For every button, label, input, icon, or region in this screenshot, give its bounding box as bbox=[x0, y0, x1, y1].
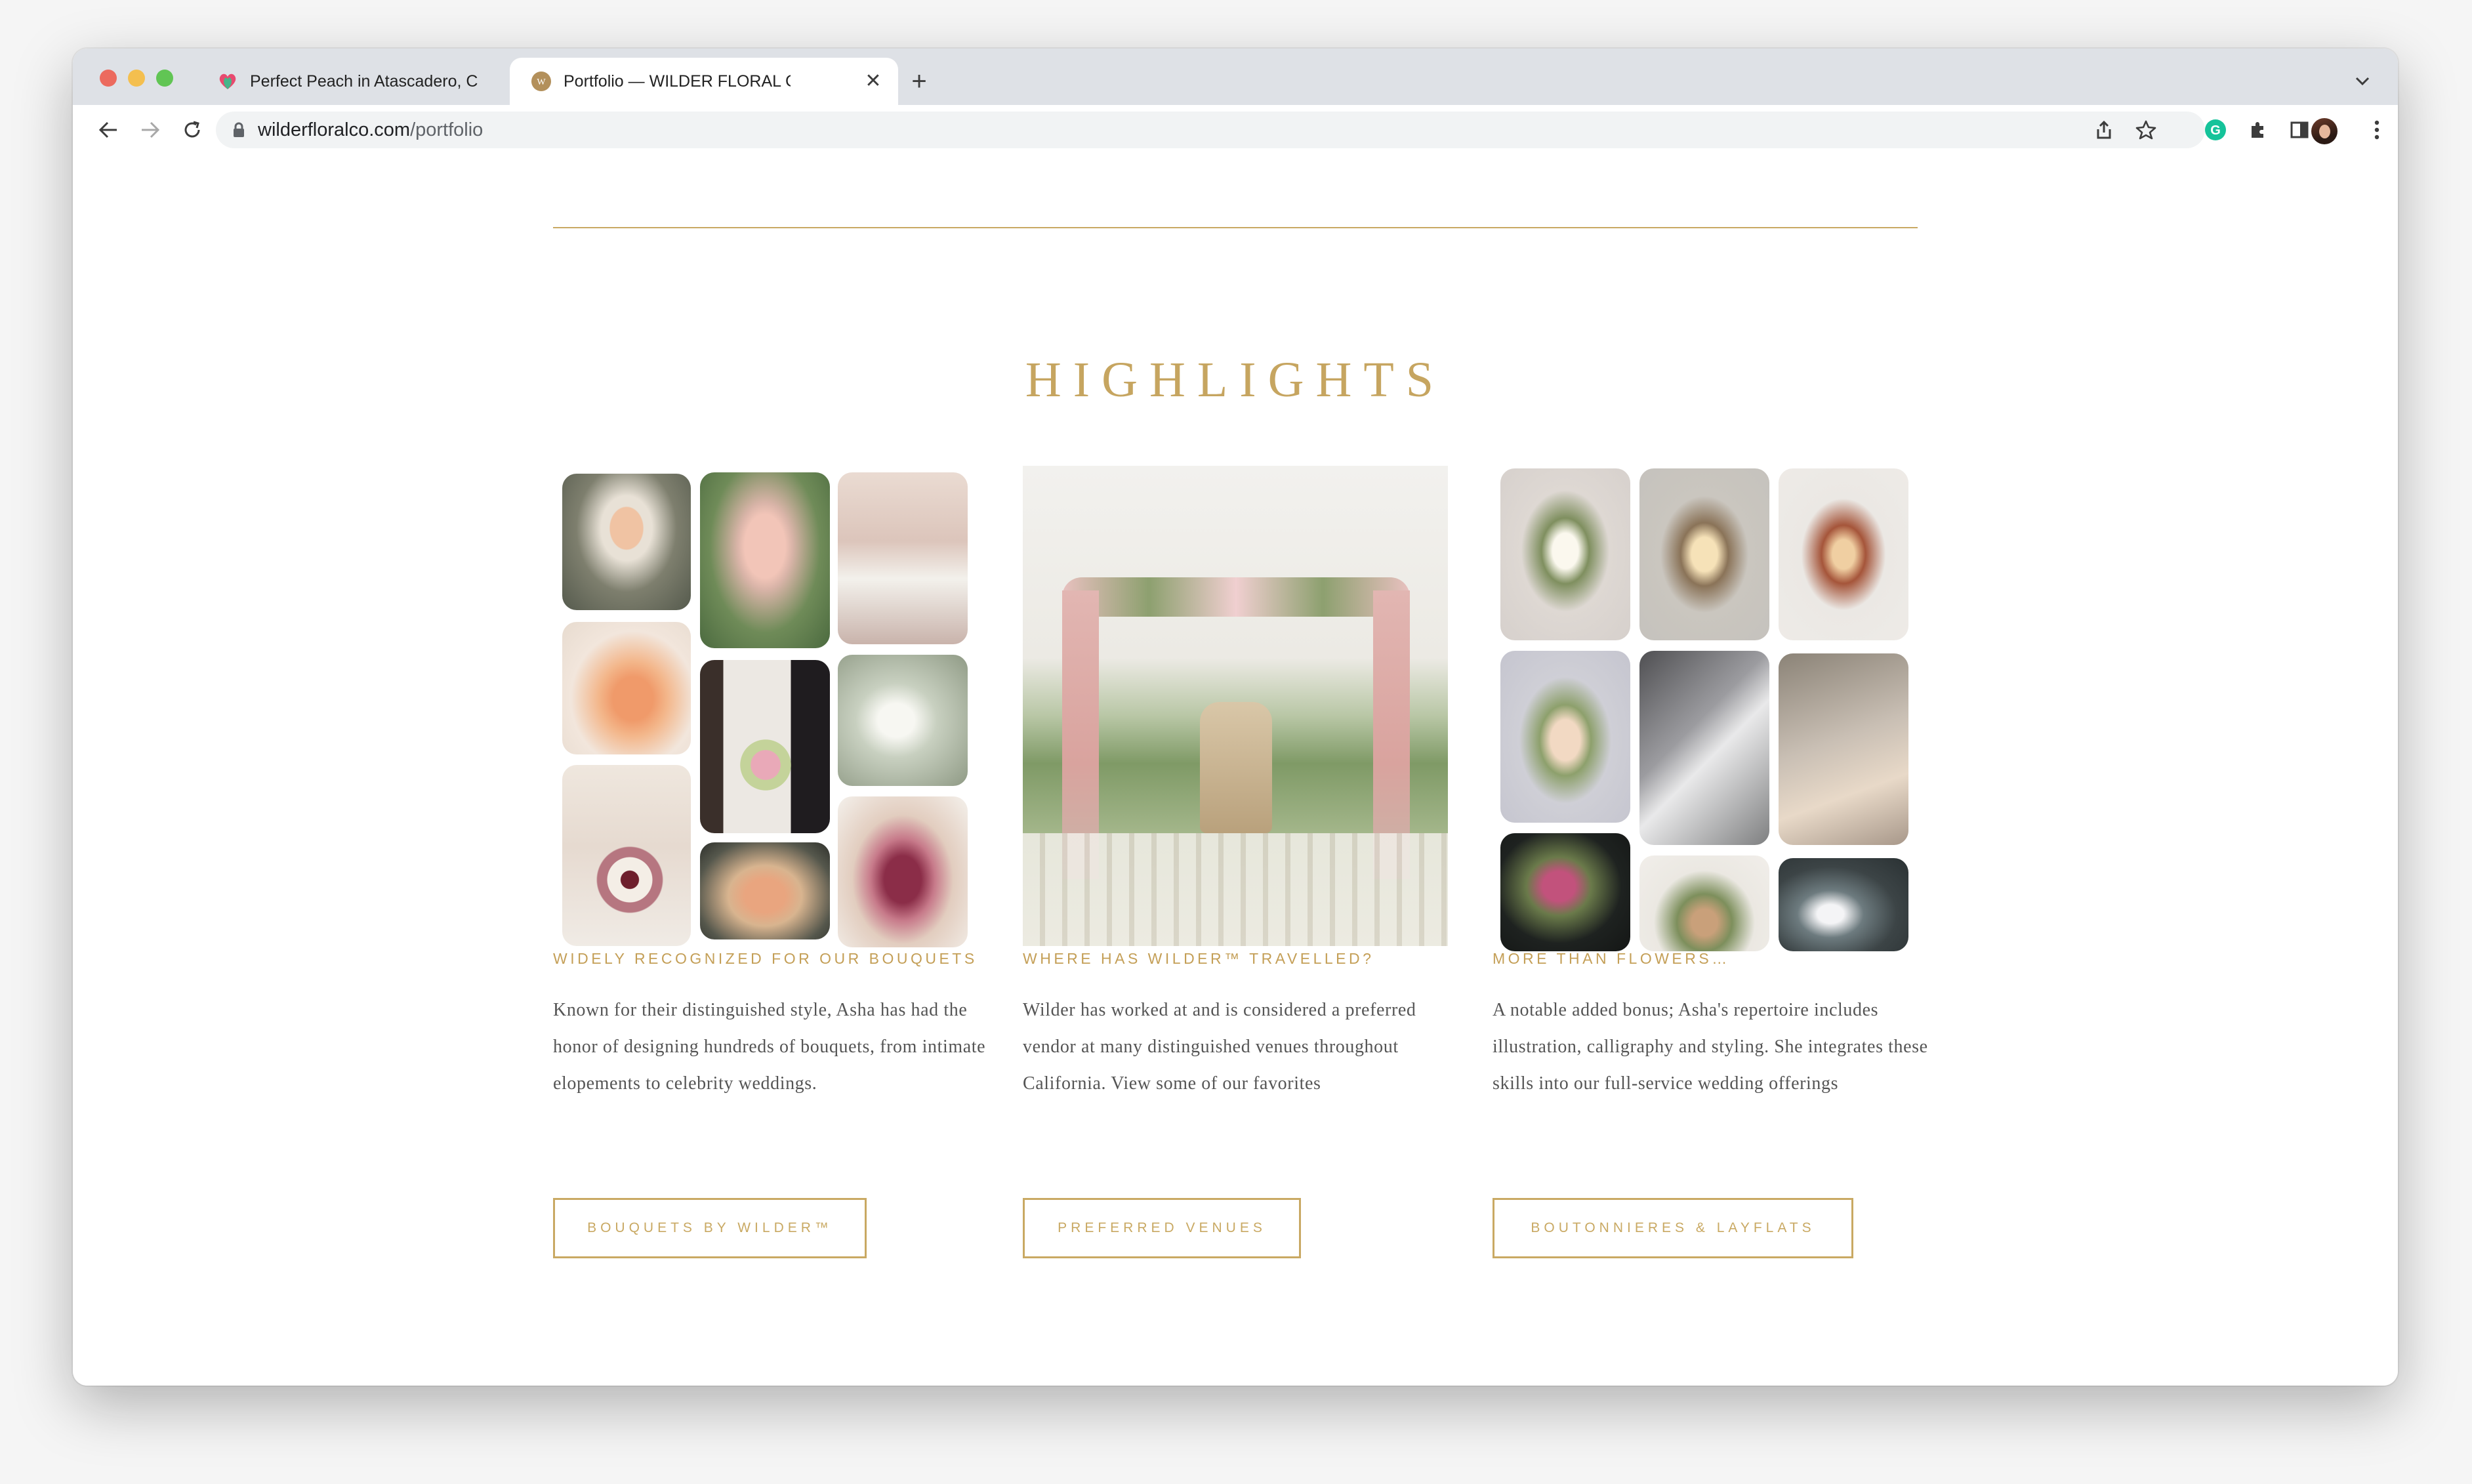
bouquet-photo[interactable] bbox=[700, 472, 830, 648]
grammarly-extension-icon[interactable]: G bbox=[2200, 114, 2231, 146]
boutonniere-photo[interactable] bbox=[1779, 468, 1908, 640]
tab-title: Perfect Peach in Atascadero, C bbox=[250, 72, 478, 91]
bouquet-photo[interactable] bbox=[838, 655, 968, 786]
boutonniere-photo[interactable] bbox=[1779, 653, 1908, 845]
extensions-puzzle-icon[interactable] bbox=[2242, 114, 2273, 146]
bouquet-photo[interactable] bbox=[838, 796, 968, 947]
tab-search-chevron-icon[interactable] bbox=[2349, 68, 2376, 94]
url-host: wilderfloralco.com bbox=[258, 119, 411, 140]
tab-title: Portfolio — WILDER FLORAL CO bbox=[564, 72, 791, 91]
bouquet-photo[interactable] bbox=[838, 472, 968, 644]
bouquets-heading: WIDELY RECOGNIZED FOR OUR BOUQUETS bbox=[553, 950, 978, 967]
divider-line bbox=[553, 227, 1918, 228]
zoom-window-button[interactable] bbox=[156, 70, 173, 87]
tab-portfolio[interactable]: W Portfolio — WILDER FLORAL CO ✕ bbox=[510, 58, 898, 105]
share-icon[interactable] bbox=[2088, 114, 2120, 146]
browser-toolbar: wilderfloralco.com/portfolio G bbox=[73, 105, 2398, 156]
forward-arrow-icon[interactable] bbox=[134, 114, 166, 146]
boutonniere-photo[interactable] bbox=[1639, 855, 1769, 951]
url-text: wilderfloralco.com/portfolio bbox=[258, 119, 483, 141]
bouquet-photo[interactable] bbox=[700, 660, 830, 833]
boutonniere-photo[interactable] bbox=[1639, 651, 1769, 845]
bouquets-description: Known for their distinguished style, Ash… bbox=[553, 1000, 986, 1094]
profile-avatar[interactable] bbox=[2311, 118, 2338, 144]
tab-strip: Perfect Peach in Atascadero, C ✕ W Portf… bbox=[73, 49, 2398, 105]
new-tab-button[interactable]: + bbox=[905, 67, 934, 96]
boutonnieres-layflats-button[interactable]: BOUTONNIERES & LAYFLATS bbox=[1493, 1198, 1853, 1258]
url-path: /portfolio bbox=[410, 119, 484, 140]
heart-favicon-icon bbox=[217, 71, 238, 92]
minimize-window-button[interactable] bbox=[128, 70, 145, 87]
wilder-favicon-icon: W bbox=[531, 71, 552, 92]
bouquets-by-wilder-button[interactable]: BOUQUETS BY WILDER™ bbox=[553, 1198, 867, 1258]
travelled-description: Wilder has worked at and is considered a… bbox=[1023, 1000, 1416, 1094]
svg-text:W: W bbox=[537, 77, 546, 87]
page-heading: HIGHLIGHTS bbox=[1025, 352, 1446, 407]
address-bar[interactable]: wilderfloralco.com/portfolio bbox=[216, 112, 2205, 148]
reload-icon[interactable] bbox=[176, 114, 208, 146]
boutonniere-photo[interactable] bbox=[1639, 468, 1769, 640]
preferred-venues-button[interactable]: PREFERRED VENUES bbox=[1023, 1198, 1301, 1258]
close-tab-icon[interactable]: ✕ bbox=[861, 70, 885, 93]
back-arrow-icon[interactable] bbox=[93, 114, 124, 146]
bouquet-photo[interactable] bbox=[700, 842, 830, 939]
bouquet-photo[interactable] bbox=[562, 474, 691, 610]
more-menu-icon[interactable] bbox=[2361, 114, 2393, 146]
travelled-heading: WHERE HAS WILDER™ TRAVELLED? bbox=[1023, 950, 1374, 967]
more-than-flowers-heading: MORE THAN FLOWERS… bbox=[1493, 950, 1730, 967]
ceremony-arch-photo[interactable] bbox=[1023, 466, 1448, 946]
boutonniere-photo[interactable] bbox=[1500, 651, 1630, 823]
boutonniere-photo[interactable] bbox=[1779, 858, 1908, 951]
boutonniere-photo[interactable] bbox=[1500, 833, 1630, 951]
bouquet-photo[interactable] bbox=[562, 622, 691, 754]
boutonniere-photo[interactable] bbox=[1500, 468, 1630, 640]
browser-window: Perfect Peach in Atascadero, C ✕ W Portf… bbox=[73, 49, 2398, 1386]
bouquet-photo[interactable] bbox=[562, 765, 691, 946]
close-window-button[interactable] bbox=[100, 70, 117, 87]
side-panel-icon[interactable] bbox=[2284, 114, 2315, 146]
more-than-flowers-description: A notable added bonus; Asha's repertoire… bbox=[1493, 1000, 1928, 1094]
svg-text:G: G bbox=[2210, 123, 2221, 138]
lock-icon bbox=[234, 122, 244, 137]
page-content: HIGHLIGHTS WIDELY RECOGNIZED FOR OUR BOU… bbox=[73, 155, 2398, 1386]
bookmark-star-icon[interactable] bbox=[2130, 114, 2162, 146]
